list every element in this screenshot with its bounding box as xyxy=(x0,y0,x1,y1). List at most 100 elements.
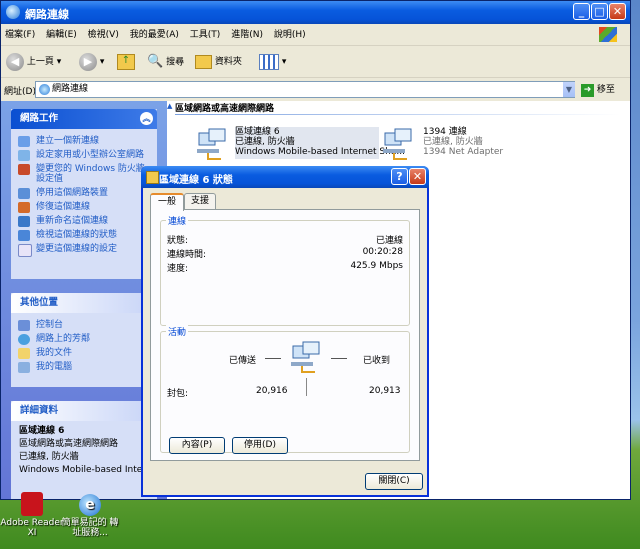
connection-lan6[interactable]: 區域連線 6 已連線, 防火牆 Windows Mobile-based Int… xyxy=(195,127,405,161)
window-title: 網路連線 xyxy=(25,8,69,21)
forward-arrow-icon: ▶ xyxy=(79,52,97,71)
task-view-status[interactable]: 檢視這個連線的狀態 xyxy=(11,228,157,242)
my-documents-icon xyxy=(18,348,30,359)
task-create-connection[interactable]: 建立一個新連線 xyxy=(11,134,157,148)
packets-received-value: 20,913 xyxy=(369,386,401,396)
place-my-computer[interactable]: 我的電腦 xyxy=(11,360,157,374)
connection-1394[interactable]: 1394 連線 已連線, 防火牆 1394 Net Adapter xyxy=(381,127,511,161)
status-value: 已連線 xyxy=(375,236,403,246)
place-network-places[interactable]: 網路上的芳鄰 xyxy=(11,332,157,346)
place-my-documents[interactable]: 我的文件 xyxy=(11,346,157,360)
other-places-header[interactable]: 其他位置 xyxy=(11,293,157,313)
maximize-button[interactable]: □ xyxy=(591,3,608,20)
search-button[interactable]: 🔍 搜尋 xyxy=(147,52,184,72)
desktop-icon-adobe-reader[interactable]: Adobe Reader XI xyxy=(0,492,64,538)
home-network-icon xyxy=(18,150,30,161)
task-setup-home-network[interactable]: 設定家用或小型辦公室網路 xyxy=(11,148,157,162)
menu-advanced[interactable]: 進階(N) xyxy=(227,25,267,45)
menu-favorites[interactable]: 我的最愛(A) xyxy=(126,25,183,45)
window-titlebar[interactable]: 網路連線 _ □ ✕ xyxy=(1,1,630,24)
place-control-panel[interactable]: 控制台 xyxy=(11,318,157,332)
status-label: 狀態: xyxy=(167,236,189,246)
back-button[interactable]: ◀ 上一頁 ▾ xyxy=(6,52,61,72)
task-change-settings[interactable]: 變更這個連線的設定 xyxy=(11,242,157,257)
sent-label: 已傳送 xyxy=(229,356,257,366)
address-bar: 網址(D) 網路連線 ▼ ➜ 移至 xyxy=(1,79,630,101)
forward-button[interactable]: ▶ ▾ xyxy=(79,52,104,72)
menu-view[interactable]: 檢視(V) xyxy=(84,25,123,45)
status-icon xyxy=(18,230,30,241)
packets-sent-value: 20,916 xyxy=(256,386,288,396)
menu-tools[interactable]: 工具(T) xyxy=(186,25,225,45)
toolbar: ◀ 上一頁 ▾ ▶ ▾ ↑ 🔍 搜尋 資料夾 ▾ xyxy=(1,47,630,78)
menu-bar: 檔案(F) 編輯(E) 檢視(V) 我的最愛(A) 工具(T) 進階(N) 說明… xyxy=(1,25,630,46)
go-button[interactable]: ➜ 移至 xyxy=(581,82,615,97)
activity-divider xyxy=(306,378,307,396)
repair-icon xyxy=(18,202,30,213)
internet-explorer-icon: e xyxy=(79,494,101,516)
dialog-close-button[interactable]: ✕ xyxy=(409,168,426,185)
tab-general-panel: 連線 狀態: 已連線 連線時間: 00:20:28 速度: 425.9 Mbps… xyxy=(150,209,420,461)
properties-button[interactable]: 內容(P) xyxy=(169,437,225,454)
menu-edit[interactable]: 編輯(E) xyxy=(42,25,81,45)
address-dropdown-button[interactable]: ▼ xyxy=(563,82,575,97)
activity-group: 活動 已傳送 已收到 封包: 20,916 20,913 內容(P) 停用(D) xyxy=(160,325,410,454)
windows-logo-icon xyxy=(599,27,617,42)
status-row: 狀態: 已連線 xyxy=(167,233,403,246)
tab-general[interactable]: 一般 xyxy=(150,193,184,211)
network-tasks-header[interactable]: 網路工作 ︽ xyxy=(11,109,157,129)
network-small-icon xyxy=(146,171,159,184)
connection-name: 1394 連線 xyxy=(423,127,467,137)
network-connection-icon xyxy=(197,128,226,160)
received-label: 已收到 xyxy=(363,356,391,366)
speed-label: 速度: xyxy=(167,264,189,274)
task-disable-device[interactable]: 停用這個網路裝置 xyxy=(11,186,157,200)
menu-file[interactable]: 檔案(F) xyxy=(1,25,39,45)
tab-support[interactable]: 支援 xyxy=(184,193,216,209)
new-connection-icon xyxy=(18,136,30,147)
network-connections-icon xyxy=(6,5,20,19)
network-tasks-panel: 網路工作 ︽ 建立一個新連線 設定家用或小型辦公室網路 變更您的 Windows… xyxy=(11,109,157,279)
settings-icon xyxy=(18,244,32,257)
minimize-button[interactable]: _ xyxy=(573,3,590,20)
details-header[interactable]: 詳細資料 xyxy=(11,401,157,421)
menu-help[interactable]: 說明(H) xyxy=(270,25,310,45)
duration-label: 連線時間: xyxy=(167,250,207,260)
close-button[interactable]: ✕ xyxy=(609,3,626,20)
address-label: 網址(D) xyxy=(4,87,36,97)
task-rename-connection[interactable]: 重新命名這個連線 xyxy=(11,214,157,228)
dialog-close-text-button[interactable]: 關閉(C) xyxy=(365,473,423,490)
desktop-icon-url-shortcut[interactable]: e 簡單易記的 轉址服務... xyxy=(58,494,122,538)
connection-status-dialog: 區域連線 6 狀態 ? ✕ 一般 支援 連線 狀態: 已連線 連線時間: 00:… xyxy=(141,166,429,497)
folders-button[interactable]: 資料夾 xyxy=(195,52,242,72)
network-connections-small-icon xyxy=(39,84,50,95)
disable-device-icon xyxy=(18,188,30,199)
details-device: Windows Mobile-based Internet xyxy=(19,465,157,475)
collapse-chevron-icon[interactable]: ︽ xyxy=(140,112,153,125)
my-computer-icon xyxy=(18,362,30,373)
task-repair-connection[interactable]: 修復這個連線 xyxy=(11,200,157,214)
address-input[interactable]: 網路連線 xyxy=(35,81,575,98)
go-arrow-icon: ➜ xyxy=(581,84,594,97)
connection-device: Windows Mobile-based Internet Sha... xyxy=(235,147,405,157)
packets-label: 封包: xyxy=(167,389,189,399)
up-folder-button[interactable]: ↑ xyxy=(117,52,135,72)
dialog-titlebar[interactable]: 區域連線 6 狀態 ? ✕ xyxy=(141,166,429,188)
back-arrow-icon: ◀ xyxy=(6,52,24,71)
sent-line xyxy=(265,358,281,359)
details-status: 已連線, 防火牆 xyxy=(19,452,79,462)
connection-status: 已連線, 防火牆 xyxy=(235,137,295,147)
control-panel-icon xyxy=(18,320,30,331)
views-button[interactable]: ▾ xyxy=(259,52,286,72)
firewall-icon xyxy=(18,164,30,175)
disable-button[interactable]: 停用(D) xyxy=(232,437,288,454)
group-collapse-icon[interactable]: ▲ xyxy=(167,102,172,110)
views-icon xyxy=(259,53,279,70)
dialog-help-button[interactable]: ? xyxy=(391,168,408,185)
network-activity-icon xyxy=(291,341,320,373)
group-divider xyxy=(175,114,620,115)
task-firewall-settings[interactable]: 變更您的 Windows 防火牆設定值 xyxy=(11,162,157,186)
speed-value: 425.9 Mbps xyxy=(350,261,403,271)
dialog-title: 區域連線 6 狀態 xyxy=(159,175,233,186)
speed-row: 速度: 425.9 Mbps xyxy=(167,261,403,274)
